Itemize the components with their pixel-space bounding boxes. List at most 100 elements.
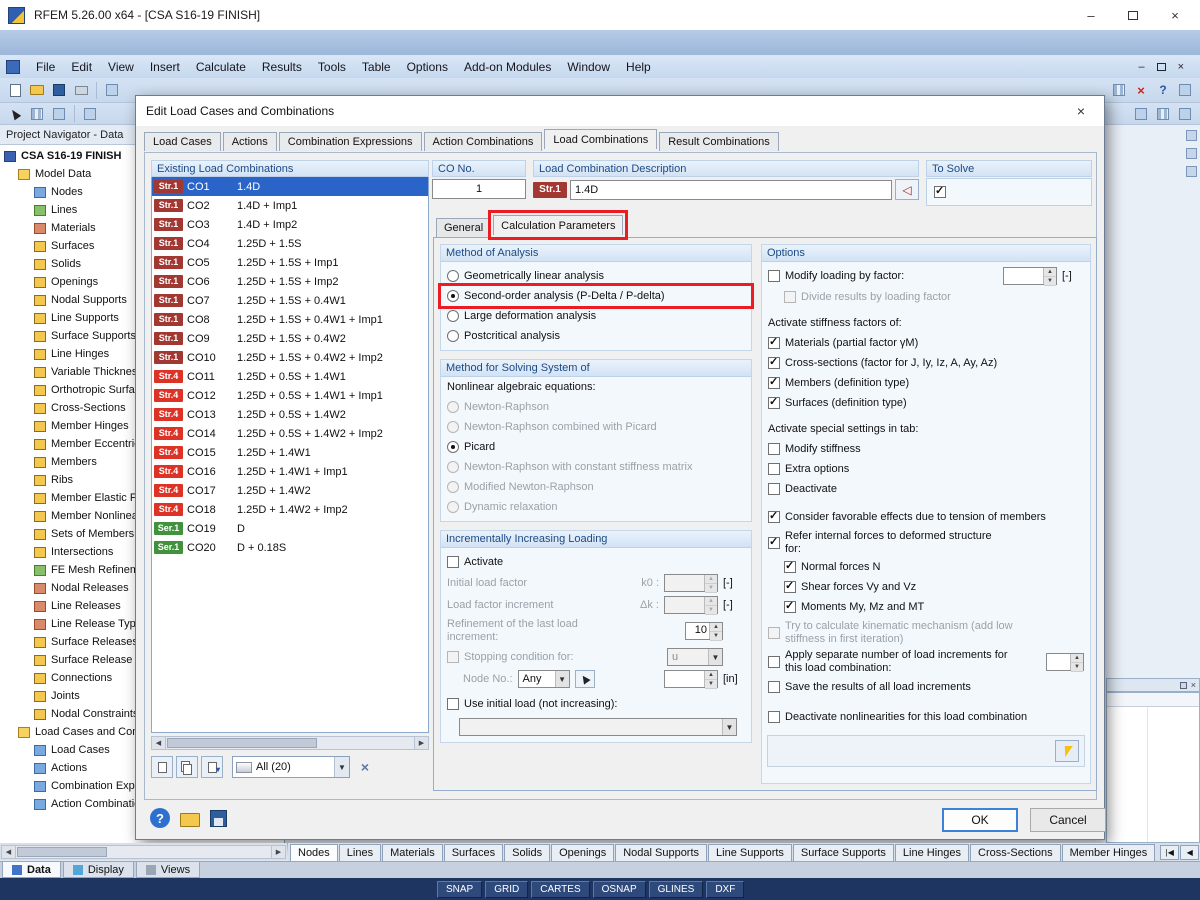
restore-icon[interactable]: [1128, 10, 1138, 20]
load-combination-row[interactable]: Str.4 CO15 1.25D + 1.4W1: [152, 443, 428, 462]
mdi-close-icon[interactable]: ×: [1178, 61, 1184, 73]
initial-load-factor-spinner[interactable]: ▲ ▼: [664, 574, 718, 593]
refer-checkbox-row[interactable]: Shear forces Vy and Vz: [778, 577, 1090, 597]
special-checkbox-row[interactable]: Extra options: [762, 459, 1090, 479]
mdi-minimize-icon[interactable]: –: [1138, 61, 1144, 73]
guideline-icon[interactable]: [80, 104, 100, 123]
refinement-spinner[interactable]: 10 ▲ ▼: [685, 622, 723, 641]
table-tab[interactable]: Member Hinges: [1061, 844, 1156, 861]
menu-item[interactable]: Help: [618, 58, 659, 76]
calculation-settings-button[interactable]: [1055, 740, 1079, 762]
load-combination-row[interactable]: Str.1 CO8 1.25D + 1.5S + 0.4W1 + Imp1: [152, 310, 428, 329]
solver-method-radio[interactable]: Newton-Raphson combined with Picard: [441, 417, 751, 437]
load-combination-row[interactable]: Str.4 CO14 1.25D + 0.5S + 1.4W2 + Imp2: [152, 424, 428, 443]
tab-scroll-button[interactable]: |◀: [1160, 845, 1180, 860]
load-combinations-list[interactable]: Str.1 CO1 1.4D Str.1 CO2 1.4D + Imp1 Str…: [151, 177, 429, 733]
filter-dropdown[interactable]: All (20) ▼: [232, 756, 350, 778]
stopping-condition-checkbox[interactable]: [447, 651, 459, 663]
dialog-tab[interactable]: Load Combinations: [544, 129, 658, 149]
copy-combination-button[interactable]: [176, 756, 198, 778]
favorable-effects-checkbox[interactable]: [768, 509, 780, 523]
zoom-icon[interactable]: [1175, 104, 1195, 123]
table-tab[interactable]: Surfaces: [443, 844, 504, 861]
import-icon[interactable]: [102, 81, 122, 100]
table-tab[interactable]: Cross-Sections: [970, 844, 1061, 861]
grid-icon[interactable]: [1153, 104, 1173, 123]
scrollbar-thumb[interactable]: [17, 846, 107, 857]
analysis-method-radio[interactable]: Second-order analysis (P-Delta / P-delta…: [438, 283, 754, 309]
load-combination-row[interactable]: Str.4 CO17 1.25D + 1.4W2: [152, 481, 428, 500]
dialog-tab[interactable]: Actions: [222, 132, 277, 151]
close-panel-icon[interactable]: ×: [1191, 680, 1196, 690]
menu-item[interactable]: File: [28, 58, 63, 76]
node-no-dropdown[interactable]: Any ▼: [517, 670, 570, 688]
solver-method-radio[interactable]: Picard: [441, 437, 751, 457]
mdi-restore-icon[interactable]: [1156, 62, 1166, 71]
dock-icon[interactable]: [1185, 130, 1197, 141]
list-horizontal-scrollbar[interactable]: ◀ ▶: [151, 736, 429, 750]
stiffness-checkbox-row[interactable]: Materials (partial factor γM): [762, 333, 1090, 353]
menu-item[interactable]: Options: [399, 58, 456, 76]
scroll-right-icon[interactable]: ▶: [414, 737, 428, 749]
analysis-method-radio[interactable]: Large deformation analysis: [441, 306, 751, 326]
menu-item[interactable]: Insert: [142, 58, 188, 76]
menu-item[interactable]: Window: [559, 58, 618, 76]
status-toggle-button[interactable]: DXF: [706, 880, 745, 898]
save-icon[interactable]: [49, 81, 69, 100]
activate-checkbox[interactable]: [447, 556, 459, 568]
table-tab[interactable]: Openings: [551, 844, 615, 861]
load-combination-row[interactable]: Str.1 CO4 1.25D + 1.5S: [152, 234, 428, 253]
table-tab[interactable]: Nodes: [290, 844, 338, 861]
select-pointer-icon[interactable]: [5, 104, 25, 123]
pin-icon[interactable]: [1179, 681, 1187, 689]
deactivate-nonlinearities-checkbox[interactable]: [768, 711, 780, 723]
load-combination-row[interactable]: Str.1 CO2 1.4D + Imp1: [152, 196, 428, 215]
scroll-left-icon[interactable]: ◀: [2, 845, 16, 858]
parameter-subtab[interactable]: General: [436, 218, 492, 237]
menu-item[interactable]: Edit: [63, 58, 100, 76]
initial-load-dropdown[interactable]: ▼: [459, 718, 737, 736]
minimize-icon[interactable]: –: [1084, 8, 1098, 23]
chart-icon[interactable]: [1109, 81, 1129, 100]
navigator-horizontal-scrollbar[interactable]: ◀ ▶: [0, 843, 287, 860]
pick-node-button[interactable]: [574, 670, 595, 688]
dialog-tab[interactable]: Action Combinations: [423, 132, 543, 151]
load-combination-row[interactable]: Ser.1 CO20 D + 0.18S: [152, 538, 428, 557]
help-button[interactable]: ?: [150, 808, 170, 828]
refer-checkbox-row[interactable]: Moments My, Mz and MT: [778, 597, 1090, 617]
stiffness-checkbox-row[interactable]: Surfaces (definition type): [762, 393, 1090, 413]
menu-item[interactable]: Add-on Modules: [456, 58, 559, 76]
load-combination-row[interactable]: Ser.1 CO19 D: [152, 519, 428, 538]
status-toggle-button[interactable]: CARTES: [531, 880, 590, 898]
dialog-close-button[interactable]: ×: [1068, 100, 1094, 122]
cancel-button[interactable]: Cancel: [1030, 808, 1106, 832]
menu-item[interactable]: View: [100, 58, 142, 76]
solver-method-radio[interactable]: Modified Newton-Raphson: [441, 477, 751, 497]
load-combination-row[interactable]: Str.1 CO6 1.25D + 1.5S + Imp2: [152, 272, 428, 291]
menu-item[interactable]: Calculate: [188, 58, 254, 76]
table-tab[interactable]: Lines: [338, 844, 382, 861]
table-tab[interactable]: Nodal Supports: [615, 844, 708, 861]
solver-method-radio[interactable]: Newton-Raphson: [441, 397, 751, 417]
load-combination-row[interactable]: Str.1 CO7 1.25D + 1.5S + 0.4W1: [152, 291, 428, 310]
table-tab[interactable]: Solids: [504, 844, 551, 861]
close-icon[interactable]: ×: [1168, 8, 1182, 23]
modify-loading-checkbox[interactable]: [768, 270, 780, 282]
menu-item[interactable]: Results: [254, 58, 310, 76]
navigator-panel-tab[interactable]: Data: [2, 862, 61, 878]
load-combination-row[interactable]: Str.1 CO3 1.4D + Imp2: [152, 215, 428, 234]
help-icon[interactable]: ?: [1153, 81, 1173, 100]
new-file-icon[interactable]: [5, 81, 25, 100]
load-combination-row[interactable]: Str.1 CO1 1.4D: [152, 177, 428, 196]
dock-icon[interactable]: [1185, 148, 1197, 159]
special-checkbox-row[interactable]: Modify stiffness: [762, 439, 1090, 459]
status-toggle-button[interactable]: GLINES: [648, 880, 704, 898]
save-all-increments-checkbox[interactable]: [768, 681, 780, 693]
table-tab[interactable]: Line Hinges: [894, 844, 970, 861]
open-settings-button[interactable]: [180, 812, 200, 827]
apply-description-button[interactable]: ◁: [895, 179, 919, 200]
apply-separate-increments-checkbox[interactable]: [768, 656, 780, 668]
status-toggle-button[interactable]: OSNAP: [592, 880, 646, 898]
status-toggle-button[interactable]: SNAP: [437, 880, 483, 898]
dialog-tab[interactable]: Combination Expressions: [278, 132, 422, 151]
